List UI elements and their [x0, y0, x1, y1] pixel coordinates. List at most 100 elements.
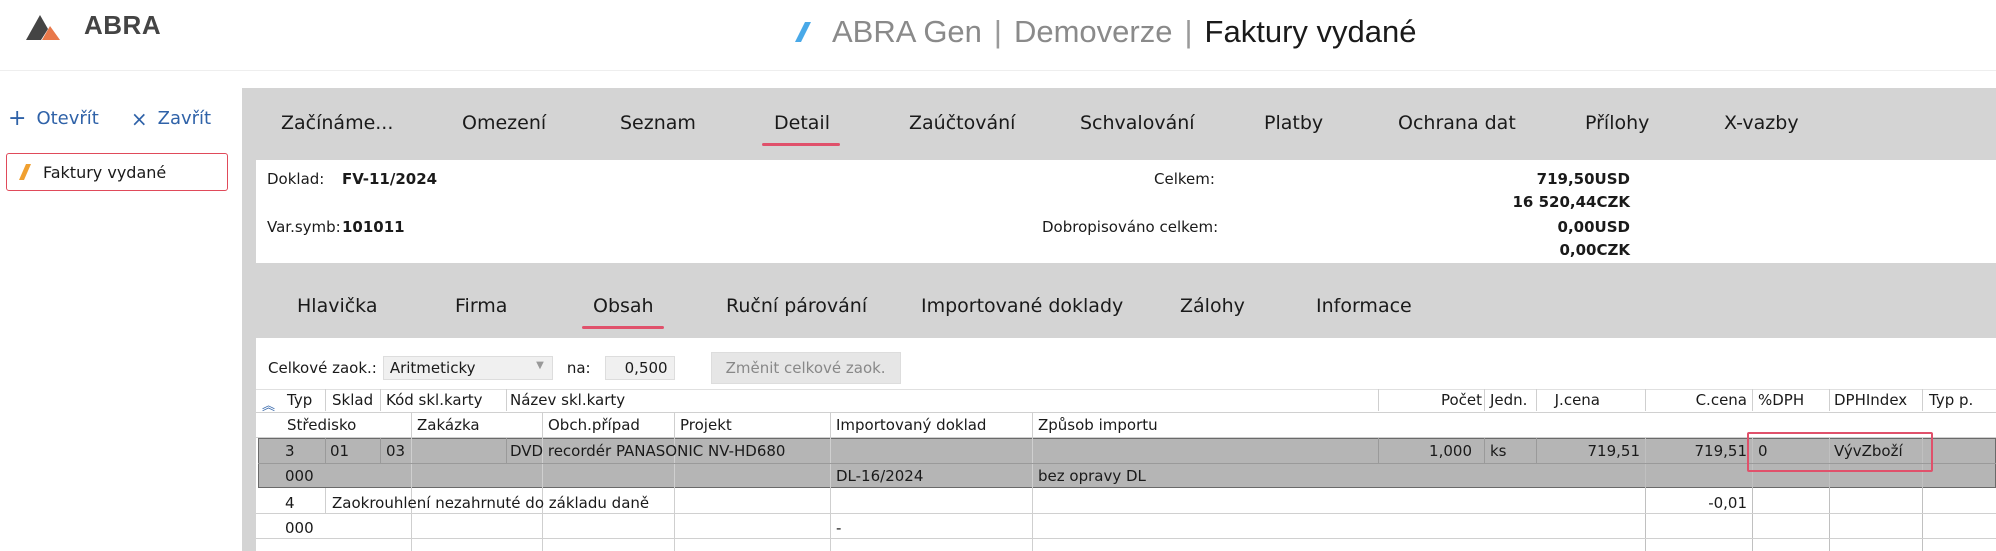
- rounding-method-value: Aritmeticky: [389, 359, 476, 377]
- col-divider: [1378, 389, 1379, 411]
- cell-jcena: 719,51: [1587, 442, 1641, 460]
- slash-brand-icon: [19, 164, 31, 180]
- row-divider: [256, 538, 1996, 539]
- col-header-dph[interactable]: %DPH: [1758, 391, 1804, 409]
- rounding-value-input[interactable]: 0,500: [604, 356, 675, 380]
- cell-ccena: 719,51: [1694, 442, 1748, 460]
- col-divider: [1645, 389, 1646, 411]
- rounding-method-select[interactable]: Aritmeticky ▼: [382, 356, 553, 380]
- highlight-box: [1747, 432, 1933, 472]
- col-header-sklad[interactable]: Sklad: [332, 391, 373, 409]
- row-divider: [256, 513, 1996, 514]
- dobropis-label: Dobropisováno celkem:: [1042, 218, 1219, 236]
- title-separator: |: [1184, 14, 1193, 49]
- tab-omezeni[interactable]: Omezení: [462, 112, 546, 134]
- collapse-chevrons-icon[interactable]: ︽: [262, 400, 275, 413]
- col-header-stredisko[interactable]: Středisko: [287, 416, 356, 434]
- col-header-pocet[interactable]: Počet: [1441, 391, 1482, 409]
- col-header-typ[interactable]: Typ: [287, 391, 312, 409]
- cell-sklad: 01: [330, 442, 350, 460]
- cell-typ: 4: [285, 494, 295, 512]
- col-header-ccena[interactable]: C.cena: [1696, 391, 1747, 409]
- sidebar-item-faktury-vydane[interactable]: Faktury vydané: [6, 153, 228, 191]
- tab-hlavicka[interactable]: Hlavička: [297, 295, 378, 317]
- active-subtab-indicator: [582, 326, 664, 329]
- change-rounding-button[interactable]: Změnit celkové zaok.: [710, 352, 901, 384]
- col-divider: [506, 438, 507, 463]
- tab-platby[interactable]: Platby: [1264, 112, 1323, 134]
- cell-nazev: DVD recordér PANASONIC NV-HD680: [510, 442, 786, 460]
- tab-seznam[interactable]: Seznam: [620, 112, 696, 134]
- celkem-label: Celkem:: [1154, 170, 1215, 188]
- col-header-dphindex[interactable]: DPHIndex: [1834, 391, 1907, 409]
- tab-zaciname[interactable]: Začínáme...: [281, 112, 393, 134]
- col-divider: [325, 438, 326, 463]
- celkem-usd: 719,50USD: [1536, 170, 1630, 188]
- close-button[interactable]: × Zavřít: [131, 108, 211, 129]
- tab-zauctovani[interactable]: Zaúčtování: [909, 112, 1015, 134]
- sub-tabs: Hlavička Firma Obsah Ruční párování Impo…: [242, 275, 1996, 335]
- main-tabs: Začínáme... Omezení Seznam Detail Zaúčto…: [242, 88, 1996, 158]
- cell-pocet: 1,000: [1429, 442, 1472, 460]
- open-button[interactable]: + Otevřít: [8, 105, 99, 131]
- col-divider: [1484, 438, 1485, 463]
- cell-kod: 03: [386, 442, 406, 460]
- col-divider: [1645, 438, 1646, 551]
- col-divider: [542, 412, 543, 551]
- tab-obsah[interactable]: Obsah: [593, 295, 654, 317]
- page-title: ABRA Gen | Demoverze | Faktury vydané: [790, 14, 1416, 50]
- logo-text: ABRA: [84, 10, 162, 40]
- doklad-label: Doklad:: [267, 170, 325, 188]
- sidebar-actions: + Otevřít × Zavřít: [8, 105, 211, 131]
- col-divider: [380, 389, 381, 411]
- na-label: na:: [566, 359, 591, 377]
- col-divider: [1378, 438, 1379, 463]
- col-header-importovany-doklad[interactable]: Importovaný doklad: [836, 416, 986, 434]
- col-divider: [411, 412, 412, 551]
- col-header-zakazka[interactable]: Zakázka: [417, 416, 480, 434]
- col-divider: [1032, 412, 1033, 551]
- col-header-projekt[interactable]: Projekt: [680, 416, 732, 434]
- col-header-obch-pripad[interactable]: Obch.případ: [548, 416, 640, 434]
- abra-logo: ABRA: [24, 10, 161, 41]
- col-divider: [1536, 438, 1537, 463]
- sidebar-item-label: Faktury vydané: [43, 162, 167, 182]
- tab-detail[interactable]: Detail: [774, 112, 830, 134]
- cell-stredisko: 000: [285, 467, 314, 485]
- tab-informace[interactable]: Informace: [1316, 295, 1412, 317]
- col-header-nazev[interactable]: Název skl.karty: [510, 391, 625, 409]
- tab-x-vazby[interactable]: X-vazby: [1724, 112, 1799, 134]
- abra-logo-icon: [26, 14, 60, 40]
- rounding-row: Celkové zaok.: Aritmeticky ▼ na: 0,500 Z…: [268, 352, 901, 384]
- row-divider: [258, 463, 1996, 464]
- col-header-kod[interactable]: Kód skl.karty: [386, 391, 483, 409]
- col-divider: [674, 412, 675, 551]
- col-header-zpusob-importu[interactable]: Způsob importu: [1038, 416, 1158, 434]
- tab-prilohy[interactable]: Přílohy: [1585, 112, 1649, 134]
- col-header-jcena[interactable]: J.cena: [1555, 391, 1600, 409]
- col-header-jedn[interactable]: Jedn.: [1490, 391, 1527, 409]
- title-separator: |: [993, 14, 1002, 49]
- tab-importovane-doklady[interactable]: Importované doklady: [921, 295, 1123, 317]
- tab-firma[interactable]: Firma: [455, 295, 507, 317]
- col-divider: [325, 488, 326, 513]
- cell-importovany-doklad: -: [836, 519, 842, 537]
- grid-divider: [256, 389, 1996, 390]
- chevron-down-icon: ▼: [536, 360, 544, 371]
- cell-ccena: -0,01: [1708, 494, 1747, 512]
- cell-importovany-doklad: DL-16/2024: [836, 467, 924, 485]
- close-button-label: Zavřít: [157, 108, 212, 129]
- cell-typ: 3: [285, 442, 295, 460]
- grid-divider: [256, 412, 1996, 413]
- col-header-typ-p[interactable]: Typ p.: [1929, 391, 1973, 409]
- cell-zpusob-importu: bez opravy DL: [1038, 467, 1146, 485]
- tab-ochrana-dat[interactable]: Ochrana dat: [1398, 112, 1516, 134]
- tab-schvalovani[interactable]: Schvalování: [1080, 112, 1195, 134]
- plus-icon: +: [8, 105, 27, 131]
- open-button-label: Otevřít: [36, 108, 99, 129]
- tab-zalohy[interactable]: Zálohy: [1180, 295, 1245, 317]
- title-env: Demoverze: [1013, 14, 1173, 49]
- slash-brand-icon: [795, 22, 811, 42]
- col-divider: [325, 389, 326, 411]
- tab-rucni-parovani[interactable]: Ruční párování: [726, 295, 867, 317]
